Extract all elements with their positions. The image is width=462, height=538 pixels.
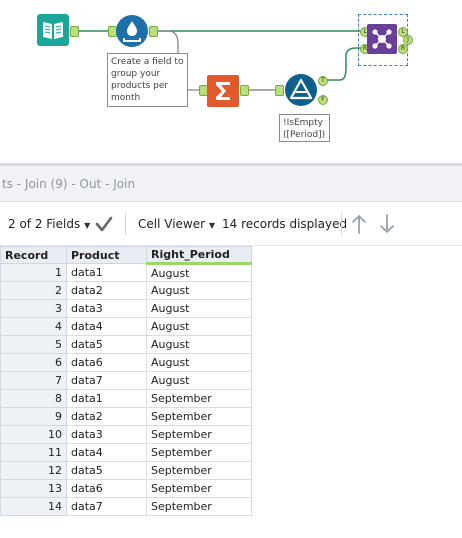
records-count: 14 records displayed [222, 217, 348, 231]
table-row[interactable]: 4 data4 August [0, 317, 252, 336]
filter-tool[interactable] [285, 74, 317, 106]
filter-input-anchor[interactable] [275, 85, 284, 96]
cell-right-period[interactable]: August [146, 335, 252, 354]
join-r-output-anchor[interactable]: R [398, 44, 408, 54]
filter-false-anchor[interactable]: F [318, 95, 328, 105]
cell-right-period[interactable]: August [146, 281, 252, 300]
fields-label: 2 of 2 Fields [8, 217, 81, 231]
cell-product[interactable]: data3 [66, 425, 147, 444]
scroll-up-button[interactable] [350, 203, 368, 245]
book-icon [37, 14, 69, 46]
cell-product[interactable]: data6 [66, 479, 147, 498]
cell-record[interactable]: 13 [0, 479, 67, 498]
cell-product[interactable]: data5 [66, 461, 147, 480]
table-row[interactable]: 13 data6 September [0, 479, 252, 498]
results-toolbar: 2 of 2 Fields ▼ Cell Viewer ▼ 14 records… [0, 203, 462, 246]
table-row[interactable]: 9 data2 September [0, 407, 252, 426]
cell-record[interactable]: 1 [0, 263, 67, 282]
summarize-icon [207, 75, 239, 107]
summarize-tool[interactable] [207, 75, 239, 107]
cell-product[interactable]: data1 [66, 389, 147, 408]
cell-product[interactable]: data5 [66, 335, 147, 354]
wire-filter-to-join [322, 47, 362, 81]
toolbar-separator [125, 214, 126, 234]
cell-right-period[interactable]: September [146, 425, 252, 444]
input-data-tool[interactable] [37, 14, 69, 46]
cell-product[interactable]: data7 [66, 497, 147, 516]
cell-right-period[interactable]: August [146, 299, 252, 318]
cell-record[interactable]: 5 [0, 335, 67, 354]
cell-right-period[interactable]: September [146, 479, 252, 498]
cell-product[interactable]: data4 [66, 317, 147, 336]
cell-product[interactable]: data2 [66, 407, 147, 426]
arrow-down-icon [380, 214, 394, 233]
cell-record[interactable]: 14 [0, 497, 67, 516]
table-row[interactable]: 10 data3 September [0, 425, 252, 444]
table-row[interactable]: 6 data6 August [0, 353, 252, 372]
cell-product[interactable]: data3 [66, 299, 147, 318]
cell-viewer-dropdown[interactable]: Cell Viewer ▼ [138, 203, 215, 245]
table-row[interactable]: 11 data4 September [0, 443, 252, 462]
cell-right-period[interactable]: August [146, 263, 252, 282]
apply-fields-button[interactable] [95, 203, 113, 245]
filter-icon [285, 74, 317, 106]
table-row[interactable]: 12 data5 September [0, 461, 252, 480]
chevron-down-icon: ▼ [84, 221, 91, 230]
join-tool[interactable] [367, 24, 397, 54]
join-icon [367, 24, 397, 54]
table-row[interactable]: 14 data7 September [0, 497, 252, 516]
cell-record[interactable]: 6 [0, 353, 67, 372]
scroll-down-button[interactable] [378, 203, 396, 245]
cell-right-period[interactable]: September [146, 461, 252, 480]
formula-output-anchor[interactable] [149, 26, 158, 37]
cell-product[interactable]: data4 [66, 443, 147, 462]
grid-header-row: Record Product Right_Period [0, 246, 252, 265]
cell-record[interactable]: 8 [0, 389, 67, 408]
arrow-up-icon [352, 215, 366, 234]
table-row[interactable]: 1 data1 August [0, 263, 252, 282]
cell-record[interactable]: 12 [0, 461, 67, 480]
table-row[interactable]: 5 data5 August [0, 335, 252, 354]
column-header-record[interactable]: Record [0, 246, 67, 264]
cell-right-period[interactable]: August [146, 353, 252, 372]
filter-annotation: !IsEmpty ([Period]) [279, 114, 330, 142]
formula-icon [116, 15, 148, 47]
summarize-output-anchor[interactable] [240, 85, 249, 96]
checkmark-icon [95, 216, 113, 232]
cell-record[interactable]: 7 [0, 371, 67, 390]
cell-right-period[interactable]: August [146, 317, 252, 336]
cell-record[interactable]: 9 [0, 407, 67, 426]
column-header-product[interactable]: Product [66, 246, 147, 264]
cell-viewer-label: Cell Viewer [138, 217, 206, 231]
cell-right-period[interactable]: September [146, 443, 252, 462]
cell-right-period[interactable]: September [146, 407, 252, 426]
results-window-title: ts - Join (9) - Out - Join [0, 166, 462, 202]
table-row[interactable]: 3 data3 August [0, 299, 252, 318]
results-grid[interactable]: Record Product Right_Period 1 data1 August… [0, 246, 252, 516]
table-row[interactable]: 2 data2 August [0, 281, 252, 300]
cell-record[interactable]: 4 [0, 317, 67, 336]
cell-product[interactable]: data1 [66, 263, 147, 282]
cell-right-period[interactable]: September [146, 389, 252, 408]
cell-product[interactable]: data7 [66, 371, 147, 390]
input-output-anchor[interactable] [70, 26, 79, 37]
cell-right-period[interactable]: August [146, 371, 252, 390]
cell-record[interactable]: 10 [0, 425, 67, 444]
table-row[interactable]: 8 data1 September [0, 389, 252, 408]
cell-right-period[interactable]: September [146, 497, 252, 516]
workflow-canvas[interactable]: Create a field to group your products pe… [0, 0, 462, 165]
chevron-down-icon: ▼ [208, 221, 216, 230]
cell-record[interactable]: 2 [0, 281, 67, 300]
column-header-right-period[interactable]: Right_Period [146, 246, 252, 265]
table-row[interactable]: 7 data7 August [0, 371, 252, 390]
fields-selector[interactable]: 2 of 2 Fields ▼ [8, 203, 90, 245]
cell-record[interactable]: 3 [0, 299, 67, 318]
toolbar-separator [341, 214, 342, 234]
formula-annotation: Create a field to group your products pe… [107, 53, 188, 107]
cell-product[interactable]: data2 [66, 281, 147, 300]
formula-tool[interactable] [116, 15, 148, 47]
cell-record[interactable]: 11 [0, 443, 67, 462]
filter-true-anchor[interactable]: T [318, 76, 328, 86]
cell-product[interactable]: data6 [66, 353, 147, 372]
